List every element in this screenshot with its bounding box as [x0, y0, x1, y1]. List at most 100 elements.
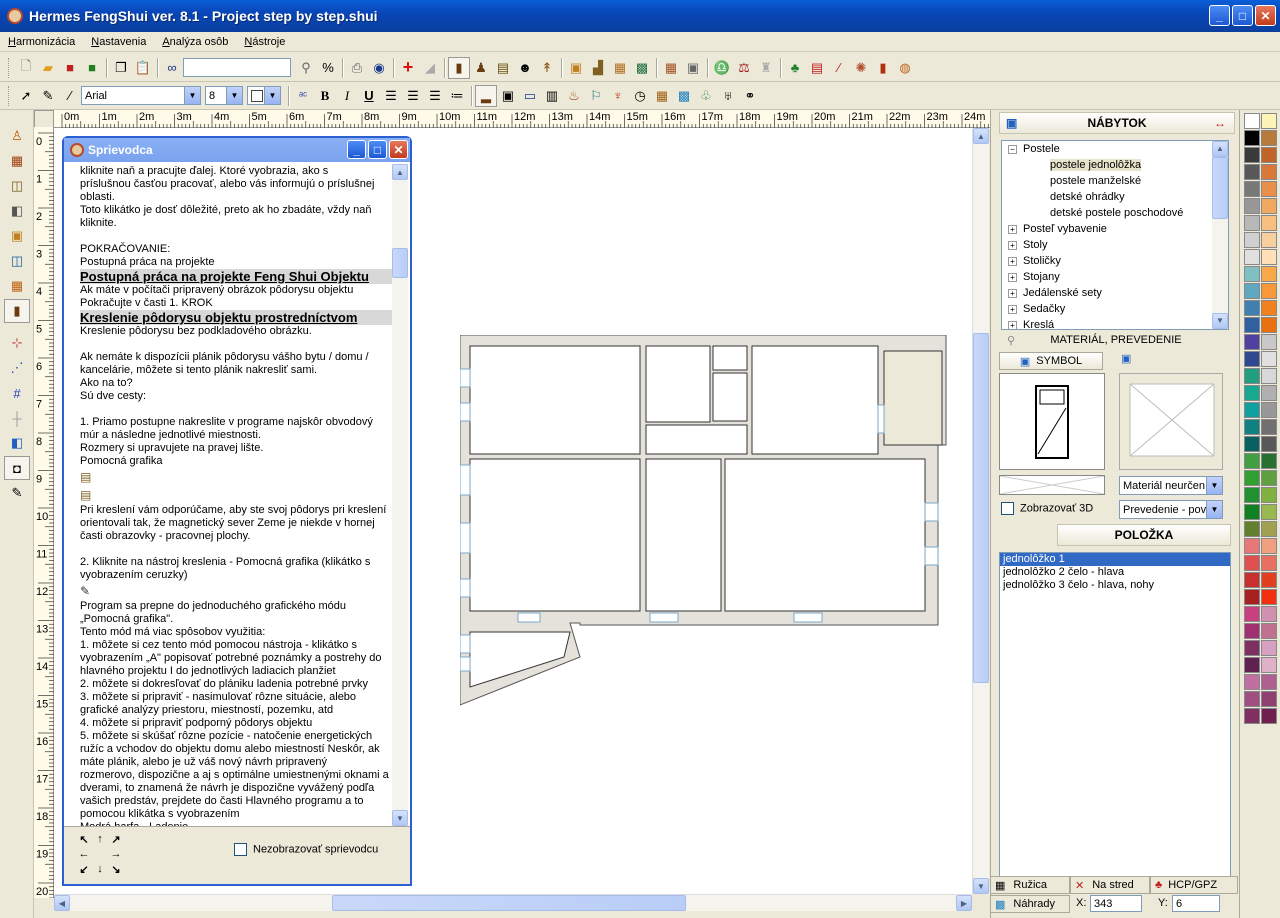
add-red-cross-icon[interactable]: + [397, 57, 419, 79]
symbol-tab[interactable]: ▣ SYMBOL [999, 352, 1103, 370]
menu-harmonizacia[interactable]: Harmonizácia [0, 36, 83, 48]
hcp-gpz-button[interactable]: ♣ HCP/GPZ [1150, 876, 1238, 894]
color-swatch[interactable] [1261, 402, 1277, 418]
color-swatch[interactable] [1261, 164, 1277, 180]
menu-analyza-osob[interactable]: Analýza osôb [154, 36, 236, 48]
color-swatch[interactable] [1261, 351, 1277, 367]
color-swatch[interactable] [1261, 691, 1277, 707]
hide-wizard-option[interactable]: Nezobrazovať sprievodcu [234, 843, 378, 856]
door-tool-icon[interactable]: ◧ [4, 199, 30, 223]
shelf-icon[interactable]: ▦ [651, 85, 673, 107]
scales-icon[interactable]: ⚖ [733, 57, 755, 79]
wizard-scroll-down[interactable]: ▼ [392, 810, 408, 826]
color-swatch[interactable] [1261, 130, 1277, 146]
color-swatch[interactable] [1261, 317, 1277, 333]
table-lamp-icon[interactable]: ♆ [607, 85, 629, 107]
wizard-maximize-button[interactable]: □ [368, 140, 387, 159]
open-folder-icon[interactable]: ▰ [37, 57, 59, 79]
collapse-icon[interactable]: − [1008, 144, 1017, 154]
texture-swatch[interactable] [999, 475, 1105, 495]
scroll-right-button[interactable]: ▶ [956, 895, 972, 911]
color-swatch[interactable] [1244, 436, 1260, 452]
diagonal-guide-icon[interactable]: ⋰ [4, 356, 30, 380]
gallery-icon[interactable]: ▣ [682, 57, 704, 79]
ruzica-button[interactable]: ▦ Ružica [990, 876, 1070, 894]
lamp-icon[interactable]: ↟ [536, 57, 558, 79]
scroll-left-button[interactable]: ◀ [54, 895, 70, 911]
person-add-icon[interactable]: ♙ [4, 124, 30, 148]
grid-room-icon[interactable]: ▦ [4, 274, 30, 298]
color-swatch[interactable] [1244, 368, 1260, 384]
search-input[interactable] [183, 58, 291, 77]
arrow-right-icon[interactable]: → [108, 848, 124, 863]
color-swatch[interactable] [1261, 623, 1277, 639]
color-swatch[interactable] [1261, 657, 1277, 673]
color-swatch[interactable] [1244, 708, 1260, 724]
color-swatch[interactable] [1244, 657, 1260, 673]
save-green-icon[interactable]: ■ [81, 57, 103, 79]
book-icon[interactable]: ▮ [872, 57, 894, 79]
wizard-scroll-thumb[interactable] [392, 248, 408, 278]
preview-eye-icon[interactable]: ◉ [368, 57, 390, 79]
expand-icon[interactable]: + [1008, 256, 1017, 266]
list-icon[interactable]: ≔ [446, 85, 468, 107]
arrow-down-left-icon[interactable]: ↙ [76, 863, 92, 878]
room-icon[interactable]: ▣ [4, 224, 30, 248]
fireplace-icon[interactable]: ♨ [563, 85, 585, 107]
expand-icon[interactable]: + [1008, 240, 1017, 250]
wizard-scroll-up[interactable]: ▲ [392, 164, 408, 180]
color-swatch[interactable] [1244, 215, 1260, 231]
color-swatch[interactable] [1244, 674, 1260, 690]
vertical-scroll-thumb[interactable] [973, 333, 989, 683]
underline-icon[interactable]: U [358, 85, 380, 107]
eyedropper-icon[interactable]: ⁄ [59, 85, 81, 107]
tree-item[interactable]: + Jedálenské sety [1002, 285, 1228, 301]
paste-icon[interactable]: 📋 [132, 57, 154, 79]
tree-item[interactable]: + Stojany [1002, 269, 1228, 285]
list-item[interactable]: jednolôžko 3 čelo - hlava, nohy [1000, 579, 1230, 592]
align-center-icon[interactable]: ☰ [402, 85, 424, 107]
wizard-minimize-button[interactable]: _ [347, 140, 366, 159]
color-swatch[interactable] [1244, 470, 1260, 486]
shield-tool-icon[interactable]: ◘ [4, 456, 30, 480]
tree-item[interactable]: postele jednolôžka [1002, 157, 1228, 173]
color-swatch[interactable] [1244, 300, 1260, 316]
carpet-icon[interactable]: ▤ [492, 57, 514, 79]
binoculars-icon[interactable]: ∞ [161, 57, 183, 79]
color-swatch[interactable] [1244, 453, 1260, 469]
furniture-tree[interactable]: − Postele postele jednolôžka postele manžel… [1001, 140, 1229, 330]
statue-icon[interactable]: ♜ [755, 57, 777, 79]
window-tool-icon[interactable]: ◫ [4, 249, 30, 273]
expand-icon[interactable]: + [1008, 304, 1017, 314]
tree-item[interactable]: − Postele [1002, 141, 1228, 157]
color-swatch[interactable] [1261, 453, 1277, 469]
bold-icon[interactable]: B [314, 85, 336, 107]
wizard-navigation-arrows[interactable]: ↖ ↑ ↗ ← → ↙ ↓ ↘ [76, 833, 124, 879]
people-icon[interactable]: ♟ [470, 57, 492, 79]
scroll-up-button[interactable]: ▲ [973, 128, 989, 144]
item-list[interactable]: jednolôžko 1 jednolôžko 2 čelo - hlava jed… [999, 552, 1231, 880]
color-swatch[interactable] [1244, 317, 1260, 333]
clover-icon[interactable]: ♣ [784, 57, 806, 79]
floor-plan[interactable] [460, 335, 960, 715]
tree-item[interactable]: detské ohrádky [1002, 189, 1228, 205]
font-size-select[interactable]: 8 ▼ [205, 86, 243, 105]
color-swatch[interactable] [1261, 538, 1277, 554]
color-swatch[interactable] [1261, 470, 1277, 486]
color-swatch[interactable] [1244, 555, 1260, 571]
brick-icon[interactable]: ▦ [609, 57, 631, 79]
color-swatch[interactable] [1261, 300, 1277, 316]
color-swatch[interactable] [1244, 572, 1260, 588]
pen-icon[interactable]: ✎ [37, 85, 59, 107]
color-swatch[interactable] [1261, 283, 1277, 299]
stove-icon[interactable]: ▣ [497, 85, 519, 107]
percent-icon[interactable]: % [317, 57, 339, 79]
car-icon[interactable]: ⚭ [739, 85, 761, 107]
show-3d-checkbox[interactable] [1001, 502, 1014, 515]
tree-item[interactable]: + Kreslá [1002, 317, 1228, 329]
arrow-down-right-icon[interactable]: ↘ [108, 863, 124, 878]
color-swatch[interactable] [1244, 334, 1260, 350]
expand-icon[interactable]: + [1008, 320, 1017, 329]
color-swatch[interactable] [1261, 249, 1277, 265]
pdf-icon[interactable]: ▤ [806, 57, 828, 79]
